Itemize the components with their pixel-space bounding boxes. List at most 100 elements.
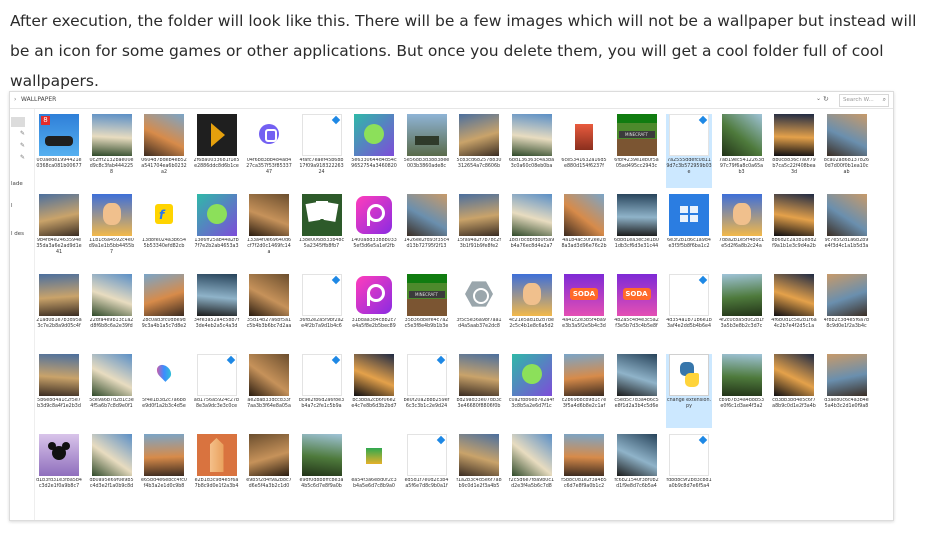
file-item[interactable]: c2b69b8cb9d1c7e3f5a4d6b8e2c1af (561, 354, 607, 428)
file-item[interactable]: f2c5d6e7f8a9b0c1d2e3f4a5b6c7d8 (509, 434, 555, 508)
file-item[interactable]: SODA 4b2a5c4d4e3c5a2f3e5b7d3c4b5e8f (614, 274, 660, 348)
file-item[interactable]: 5f4e1b3d2c7a6b8e9d0f1a2b3c4d5e (141, 354, 187, 428)
file-item[interactable]: c0a2fbb6eb7e2a4f3c8b5a2e6d7f1c (509, 354, 555, 428)
file-name: ed5d1f7e0d2c3b4a5f6e7d8c9b0a1f (404, 478, 449, 489)
file-item[interactable]: f 13d8fe024a3b6545b53340efd82cb (141, 194, 187, 268)
file-item[interactable]: db0a95e69f0e9b5c4d3e2f1a0b9c8d (89, 434, 135, 508)
file-item[interactable]: 22dfa4e9b13c1a2d8f6b8c6a2e39fd (89, 274, 135, 348)
file-item[interactable]: 6ce5341632a16d5e880d154f6237f (561, 114, 607, 188)
file-item[interactable]: 5c83cd682578830312654a7c8606b (456, 114, 502, 188)
file-item[interactable]: 5e6330644d4d54c9652754a3460820 (351, 114, 397, 188)
nav-item-label[interactable]: lade (11, 181, 23, 187)
file-thumbnail (511, 114, 552, 156)
file-item[interactable]: 35d14b27a6bf5a1c5b4b3b6bc7d2aa (246, 274, 292, 348)
file-item[interactable]: 4f6b0d1c5e2b1f6a4c2b7e4f2d5c1a (771, 274, 817, 348)
file-item[interactable]: 5ce9a6b7d2b1c3e4f5a6b7c8d9e0f1 (89, 354, 135, 428)
file-item[interactable]: d1b3fd31e3f8a5b4c3d2e1f0a9b8c7 (36, 434, 82, 508)
file-thumbnail (354, 114, 394, 156)
file-item[interactable]: 6bbd1ea3ec3e1b01db3cf6d3e31c44 (614, 194, 660, 268)
nav-item-label[interactable]: l des (11, 231, 24, 237)
file-item[interactable]: 31bdaa3d4c8b2c7e4a5f8e2b5bec89 (351, 274, 397, 348)
file-item[interactable]: 0c2fff2132bae00ed9c8c3fab4442258 (89, 114, 135, 188)
file-item[interactable]: ed5d1f7e0d2c3b4a5f6e7d8c9b0a1f (404, 434, 450, 508)
file-item[interactable]: 6e3f2b1d6c1a9d4e3f3f5b8f6ba1c2 (666, 194, 712, 268)
file-item[interactable]: 4c21e5ad1b2d7be2c5c4b1e8c6a5d2 (509, 274, 555, 348)
file-item[interactable]: 6bd136363c4a3ba3c0a60c08eb0ba (509, 114, 555, 188)
file-name: 18d7bcdbfdb0f5a9b4a76ec8d4e2a7 (508, 238, 555, 249)
file-item[interactable]: 36fb2e2a5f9bf2a2e4f2b7a9d1b4c6 (299, 274, 345, 348)
file-item[interactable]: be0f20a2b8b259ef6c3c3b1c2e9d24 (404, 354, 450, 428)
file-name: 9b4fd4e2463594e35da3a6e2ad9d1e41 (36, 238, 82, 255)
file-item[interactable]: 28c0ad3fc0d8e9d9c3a4b1a5c7d8e2 (141, 274, 187, 348)
file-item[interactable]: 4fafc7eaef45b68b17f09a91832226324 (299, 114, 345, 188)
file-item[interactable]: 8b6d2c2a3b1e8d2f9a1b1e3c9d4a2b (771, 194, 817, 268)
file-item[interactable]: e9df0d8b8ffc8e3a4b5c6d7e8f9a0b (299, 434, 345, 508)
file-item[interactable]: f1a2b3c4d5e6f7a8b9c0d1e2f3a4b5 (456, 434, 502, 508)
file-item[interactable]: 7a2555ddefc0d119d7c3b572959b03e (666, 114, 712, 188)
file-item[interactable]: ae2bab33dccd33f7aa3b3f64e8a05a (246, 354, 292, 428)
file-item[interactable]: 9b4fd4e2463594e35da3a6e2ad9d1e41 (36, 194, 82, 268)
folder-path[interactable]: WALLPAPER (21, 96, 56, 103)
file-item[interactable]: f5b8c0d1e2f3a4b5c6d7e8f9a0b1c2 (561, 434, 607, 508)
file-item[interactable]: bc9e2fb6d2a6f8e3b4a7c2fe1c5b9a (299, 354, 345, 428)
file-item[interactable]: fc6b21540f38f0b2d1f9e8d7c6b5a4 (614, 434, 660, 508)
file-item[interactable]: 8ca02ad681378260d7d00f0b1ea10cab (824, 114, 870, 188)
file-item[interactable]: 15fa94a2f7b78c2f3b1f91b9fe8fe2 (456, 194, 502, 268)
file-item[interactable]: ad1756a5924c27b8e3a9dc3e3c0ce (194, 354, 240, 428)
file-item[interactable]: 04f6bd3bb484ad427ca357f53f8533747 (246, 114, 292, 188)
file-item[interactable]: ea54f3a6e8d0f2c3b4a5e6d7c8b9a0 (351, 434, 397, 508)
file-item[interactable]: 4f8b2c3d4e5f6a7b8c9d0e1f2a3b4c (824, 274, 870, 348)
chevron-right-icon[interactable]: › (14, 96, 16, 103)
file-item[interactable]: 9c7e5f2d1a6b2b9e4f3d4c1a1b5d3a (824, 194, 870, 268)
file-name: 0c0aede1994421e0368ca081b00677 (36, 158, 82, 169)
file-thumbnail (564, 114, 604, 156)
file-item[interactable]: 7ab19ec5412263d97c79f6a8c0a65ab3 (719, 114, 765, 188)
file-item[interactable]: 21ad0b1e7b3d95a3c7e2b8a9d05c4f (36, 274, 82, 348)
file-item[interactable]: e2b1d3c9d4e5f6a7b8c9d0e1f2a3b4 (194, 434, 240, 508)
file-item[interactable]: 1400a8d3388b0335ef3d6e5a1ef2fb (351, 194, 397, 268)
file-item[interactable]: c5ed5c7d3a4b6c5e8f1d2a3b4c5d6e (614, 354, 660, 428)
file-item[interactable]: 13e6ff25ab44a2fb7f7e2b2ab4653a3 (194, 194, 240, 268)
refresh-icon[interactable]: ↻ (823, 95, 829, 103)
file-item[interactable]: SODA 4a41c2e3b5f4ba9e3b3a5f2e5b4c3d (561, 274, 607, 348)
file-thumbnail (249, 274, 289, 316)
file-item[interactable]: 3f5c5e36a98f7aa1d4a5aab37e2dc8 (456, 274, 502, 348)
file-item[interactable]: 133a4f0e69640d6cf7f2d0c1469fc14a (246, 194, 292, 268)
file-item[interactable]: fd8d8c9f2bd3c8d1a0b9c8d7e6f5a4 (666, 434, 712, 508)
explorer-address-bar: › WALLPAPER ⌄ ↻ Search W... ⌕ (10, 92, 893, 109)
file-item[interactable]: 0604d7bdeb4eb52a541704ea6b0232a2 (141, 114, 187, 188)
file-item[interactable]: 4f2c0c8a5d0c2b1f3a5b3e8b2c3d7c (719, 274, 765, 348)
chevron-down-icon[interactable]: ⌄ (816, 95, 821, 102)
file-thumbnail (301, 434, 342, 476)
nav-selected-item[interactable] (11, 117, 25, 127)
file-item[interactable]: 5e568b3d38838ee003b3860ade8c (404, 114, 450, 188)
file-item[interactable]: MINECRAFT 6fbf4239e1eb0f5a05ad495cc2943c (614, 114, 660, 188)
search-input[interactable]: Search W... ⌕ (839, 94, 889, 107)
file-item[interactable]: cd3bb3bd4e5c6f7a8b9c0d1e2f3a4b (771, 354, 817, 428)
file-item[interactable]: 138e006b833b48c5a2345ffb8fb7 (299, 194, 345, 268)
file-item[interactable]: bc3bba2cb6f06e2e4c7e8b6d3b2bd7 (351, 354, 397, 428)
nav-item-label[interactable]: l (11, 203, 13, 209)
file-item[interactable]: 8b0c8836c7a0f79b7ca5c22f408bea3d (771, 114, 817, 188)
file-thumbnail (511, 354, 552, 396)
file-item[interactable]: 7d8a2b1e5ff4b0c1e5d2f6a8b2c24a (719, 194, 765, 268)
file-item[interactable]: bd29ad33e07db3c3e46680f8806f0b (456, 354, 502, 428)
file-name: e9df0d8b8ffc8e3a4b5c6d7e8f9a0b (299, 478, 344, 489)
file-thumbnail (669, 354, 709, 396)
file-item[interactable]: e65bd4e6ebcc4fc0f4b3a2e1d0c9b8 (141, 434, 187, 508)
file-item[interactable]: 18d7bcdbfdb0f5a9b4a76ec8d4e2a7 (509, 194, 555, 268)
file-item[interactable]: 34fe3a52a4c58b7f3de4eb2a5c4a3d (194, 274, 240, 348)
file-item[interactable]: 5b6e8d4a1c2f5e7b3d9c8a4f1e2b3d (36, 354, 82, 428)
file-item[interactable]: 11b1c6a4592c4e0d9a1e1b5bb4455b7 (89, 194, 135, 268)
file-item[interactable]: change extension.py (666, 354, 712, 428)
file-item[interactable]: d3ae80c6c4a3b4e5a4b3c2d1e0f9a8 (824, 354, 870, 428)
file-item[interactable]: cb9b7b34a4b8b53e0f6c1d3ae4f3a2 (719, 354, 765, 428)
file-item[interactable]: 1426ee2fd93f35c4d13b72795f2f13 (404, 194, 450, 268)
file-item[interactable]: e9b5f2d4f9a2b8c7d6e5f4a3b2c1d0 (246, 434, 292, 508)
file-item[interactable]: 8 0c0aede1994421e0368ca081b00677 (36, 114, 82, 188)
file-name: 1400a8d3388b0335ef3d6e5a1ef2fb (351, 238, 397, 249)
file-item[interactable]: 4a1b4ac30f2ee2d8a3ad3d96e76c2b (561, 194, 607, 268)
file-item[interactable]: 2f6ba0033681f1e5e2886ddc8d6b1ce (194, 114, 240, 188)
file-item[interactable]: MINECRAFT 35b36dbefe4c7a2c5e3f8e4b9b1b3e (404, 274, 450, 348)
file-item[interactable]: 4d354a1b71b6e1b3af4e2dd5b4b6e4 (666, 274, 712, 348)
